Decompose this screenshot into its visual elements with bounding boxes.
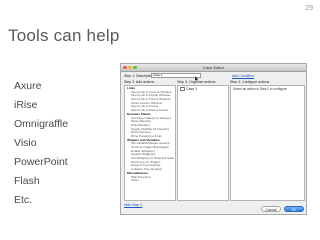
add-condition-link[interactable]: Add Condition: [232, 74, 254, 78]
actions-panel[interactable]: Links Open Link in Current Window Open Lin…: [124, 85, 176, 201]
case-name-input[interactable]: [151, 73, 201, 78]
organize-actions-panel[interactable]: Case 1: [177, 85, 229, 201]
ok-button[interactable]: OK: [284, 206, 304, 212]
step1-label: Step 1: Description: [124, 73, 154, 78]
tool-item-irise: iRise: [14, 99, 38, 111]
cancel-button[interactable]: Cancel: [261, 206, 281, 212]
mouse-cursor-icon: [195, 76, 199, 82]
page-number: 29: [305, 5, 313, 12]
description-row: Step 1: Description Add Condition: [124, 73, 305, 79]
maximize-window-icon[interactable]: [133, 65, 137, 69]
step4-header: Step 4: Configure actions: [230, 79, 270, 84]
case-item-label: Case 1: [186, 87, 198, 91]
dialog-titlebar[interactable]: Case Editor: [121, 64, 306, 72]
config-message: Select an action in Step 2 to configure.: [233, 87, 288, 91]
tool-item-flash: Flash: [14, 175, 40, 187]
tool-item-powerpoint: PowerPoint: [14, 156, 68, 168]
case-row[interactable]: Case 1: [180, 86, 226, 92]
close-window-icon[interactable]: [123, 65, 127, 69]
slide-title: Tools can help: [8, 26, 120, 45]
case-checkbox[interactable]: [180, 86, 185, 92]
actions-tree: Links Open Link in Current Window Open Lin…: [127, 86, 174, 183]
dialog-title: Case Editor: [203, 65, 224, 70]
tool-list: Axure iRise Omnigraffle Visio PowerPoint…: [14, 77, 68, 210]
step-headers: Step 2: Add actions Step 3: Organize act…: [124, 80, 305, 85]
tool-item-axure: Axure: [14, 80, 42, 92]
action-item[interactable]: Other: [127, 178, 174, 183]
window-controls: [123, 65, 137, 69]
case-editor-dialog: Case Editor Step 1: Description Add Cond…: [120, 63, 307, 215]
tool-item-etc: Etc.: [14, 194, 33, 206]
hide-step2-link[interactable]: Hide Step 2: [124, 203, 142, 207]
configure-actions-panel[interactable]: Select an action in Step 2 to configure.: [230, 85, 305, 201]
minimize-window-icon[interactable]: [128, 65, 132, 69]
step2-header: Step 2: Add actions: [124, 79, 155, 84]
tool-item-omnigraffle: Omnigraffle: [14, 118, 69, 130]
tool-item-visio: Visio: [14, 137, 37, 149]
